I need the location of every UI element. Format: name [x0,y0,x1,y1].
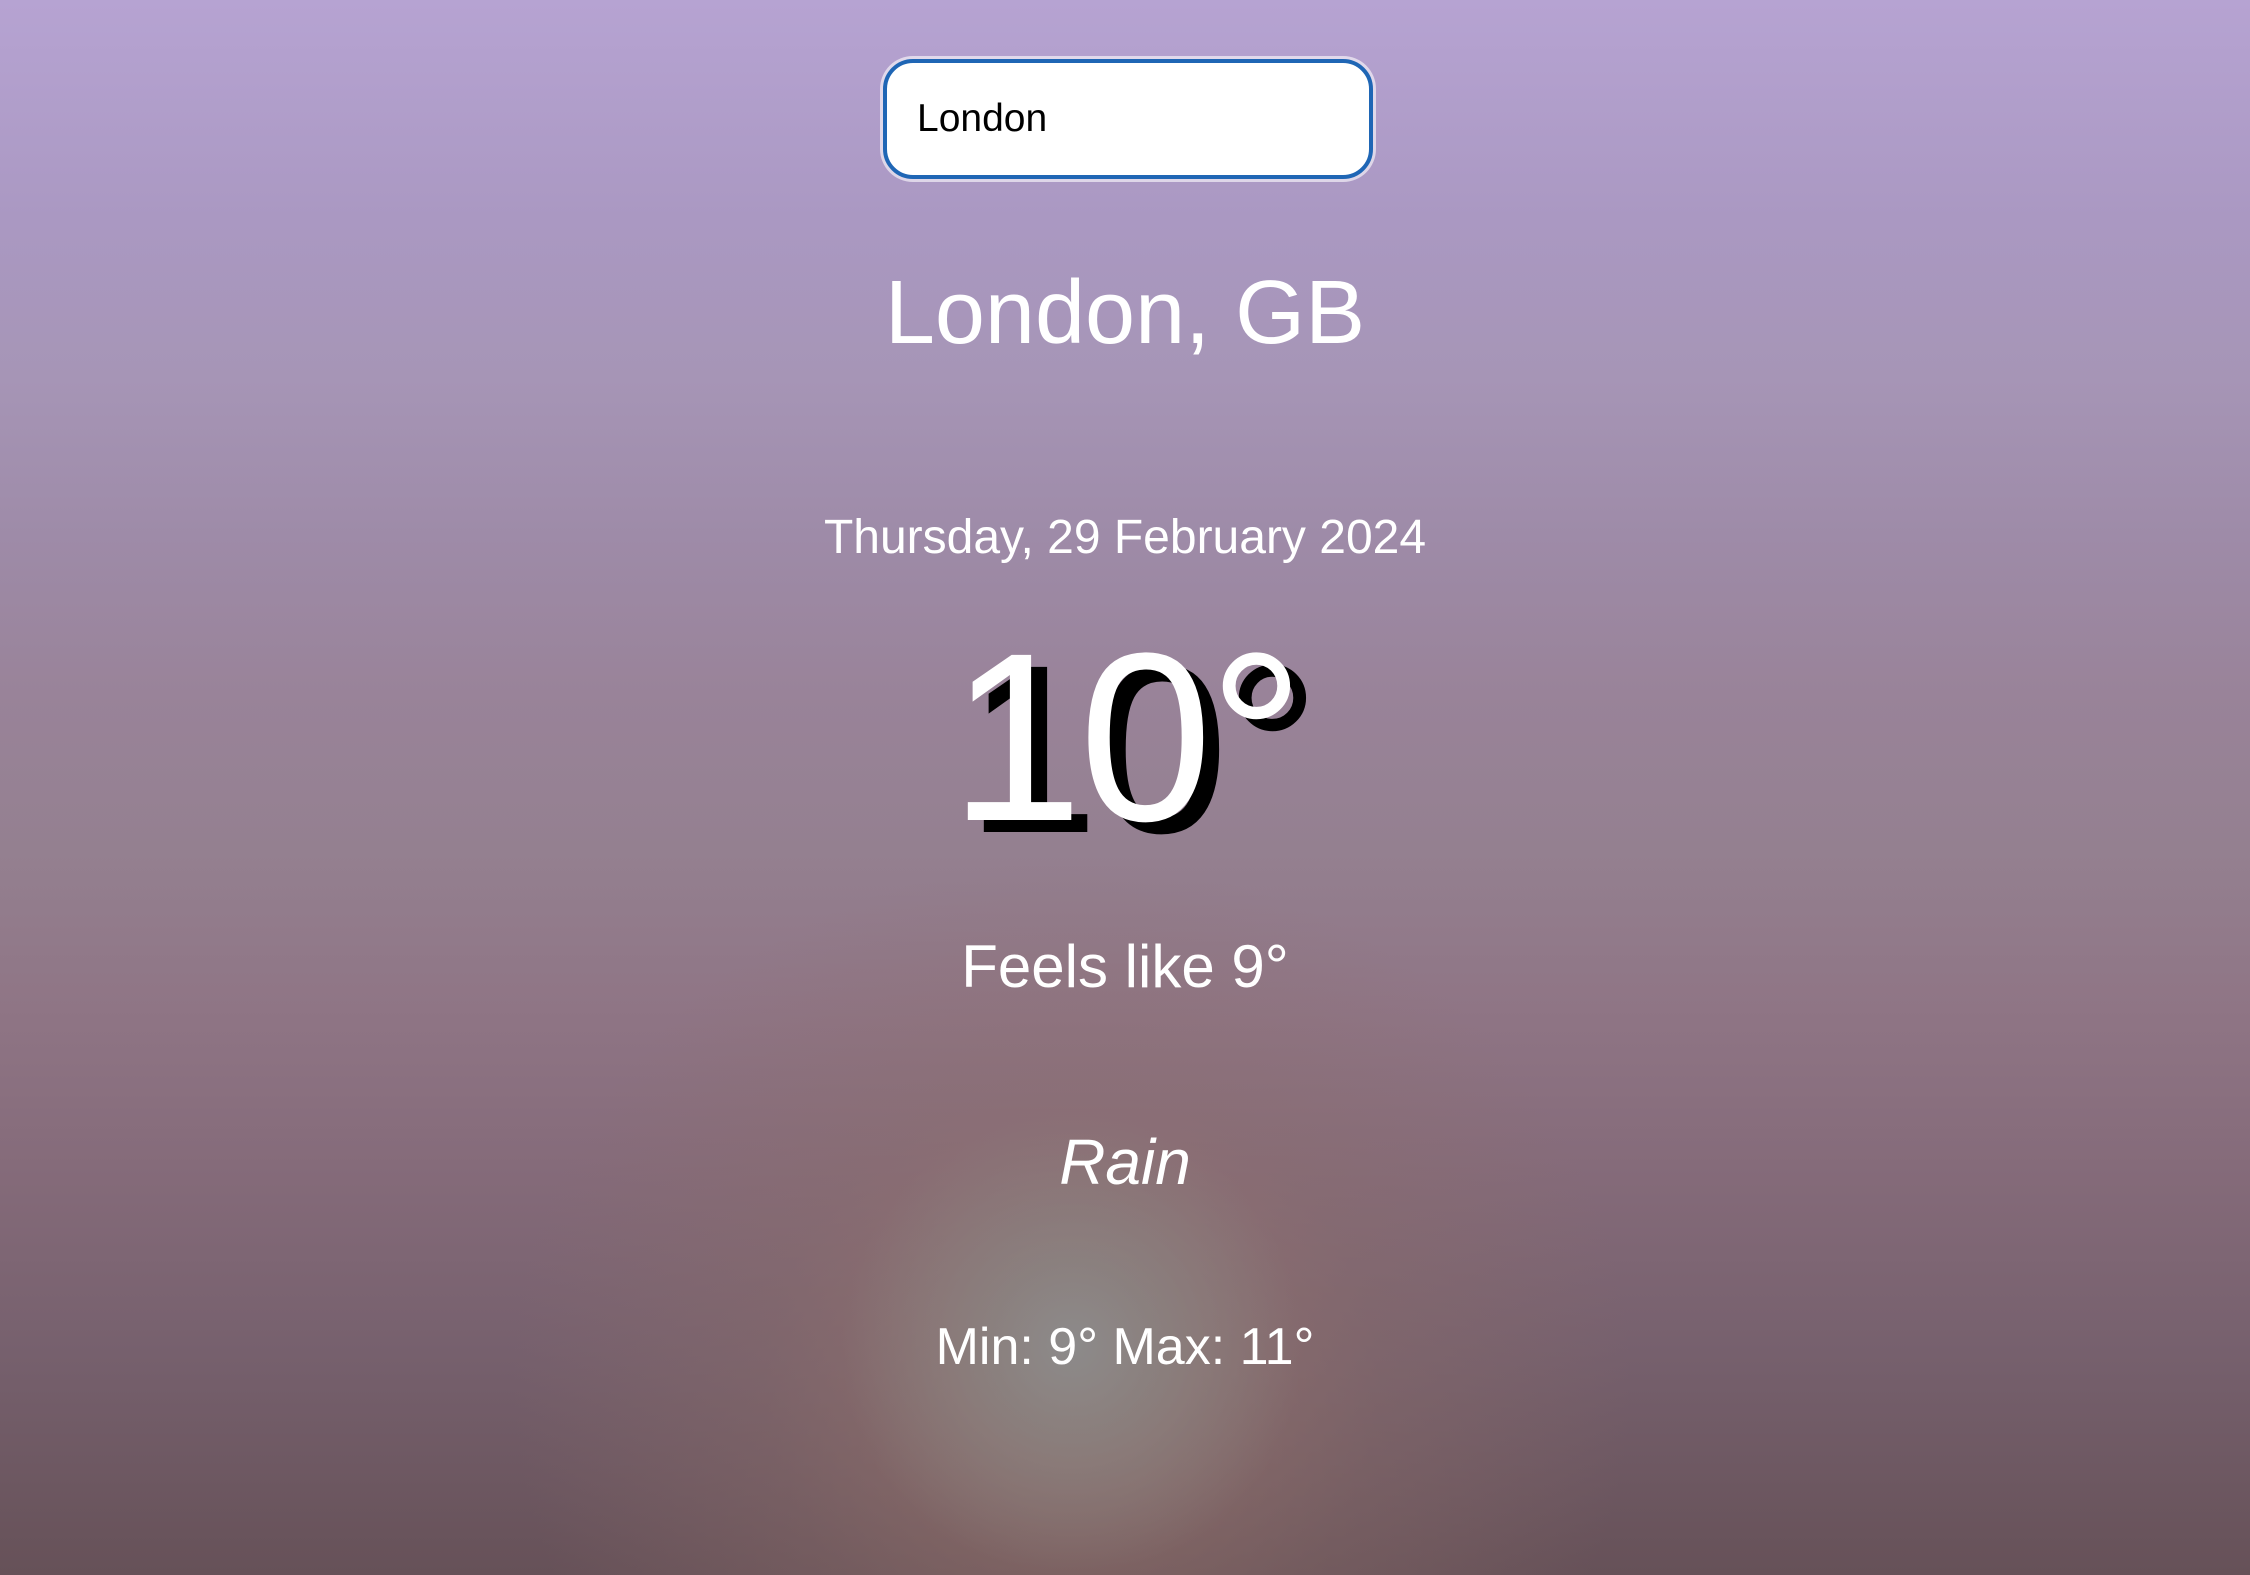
weather-condition: Rain [1059,1126,1191,1198]
feels-like-temperature: Feels like 9° [961,933,1289,1000]
location-title: London, GB [884,263,1366,363]
min-max-temperature: Min: 9° Max: 11° [935,1318,1315,1376]
current-date: Thursday, 29 February 2024 [823,511,1427,564]
current-temperature: 10° [949,603,1305,871]
search-input[interactable] [917,63,1337,175]
search-box[interactable] [883,59,1373,179]
